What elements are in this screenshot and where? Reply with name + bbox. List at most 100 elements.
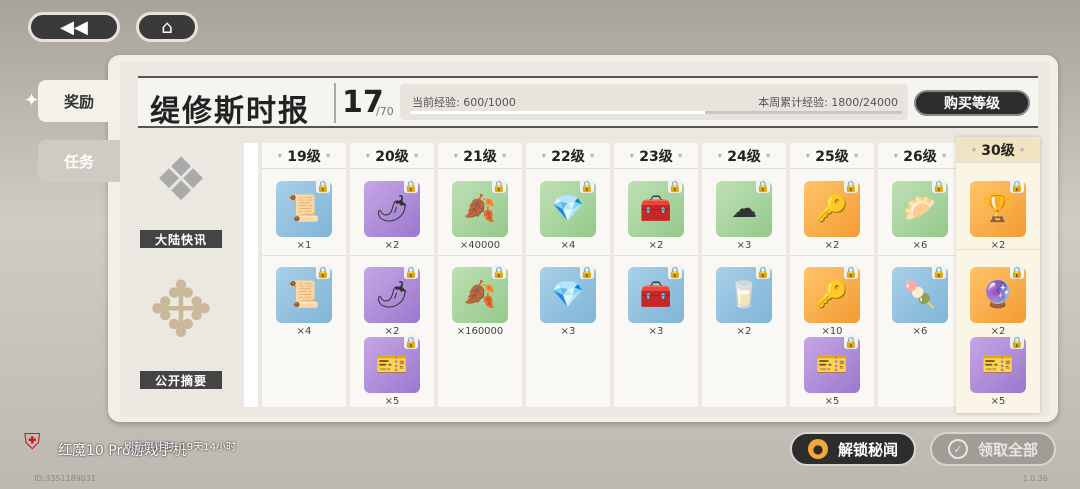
sparkle-icon: ✦: [24, 90, 40, 111]
reward-icon: 📜: [287, 194, 321, 224]
paid-reward-item[interactable]: 💎 🔒: [540, 265, 596, 323]
home-button[interactable]: ⌂: [136, 12, 198, 42]
unlock-secret-button[interactable]: ● 解锁秘闻: [790, 432, 916, 466]
level-column: 19级📜🔒×1📜🔒×4: [262, 143, 346, 407]
paid-track-emblem-icon: ✥: [149, 265, 213, 354]
reward-icon: 🧰: [639, 194, 673, 224]
reward-quantity: ×2: [990, 240, 1006, 251]
lock-icon: 🔒: [580, 179, 594, 193]
reward-icon: 🎫: [981, 350, 1015, 380]
level-header: 19级: [262, 143, 346, 169]
max-level: /70: [376, 105, 394, 118]
reward-quantity: ×160000: [456, 326, 504, 337]
reward-quantity: ×3: [736, 240, 752, 251]
reward-icon: 🎫: [375, 350, 409, 380]
back-icon: ◀◀: [60, 16, 88, 38]
reward-quantity: ×2: [648, 240, 664, 251]
reward-icon: 🍂: [463, 280, 497, 310]
paid-reward-item[interactable]: 🧰 🔒: [628, 265, 684, 323]
paid-reward-item[interactable]: 🎫 🔒: [804, 335, 860, 393]
back-button[interactable]: ◀◀: [28, 12, 120, 42]
lock-icon: 🔒: [932, 179, 946, 193]
reward-icon: 🔑: [815, 280, 849, 310]
weekly-exp-text: 本周累计经验: 1800/24000: [758, 96, 898, 109]
track-divider: [702, 255, 786, 256]
level-column: 20级🌶🔒×2🌶🔒×2🎫🔒×5: [350, 143, 434, 407]
reward-icon: 🍡: [903, 280, 937, 310]
reward-icon: 🔮: [981, 280, 1015, 310]
reward-quantity: ×6: [912, 326, 928, 337]
free-reward-item[interactable]: 🌶 🔒: [364, 179, 420, 237]
free-reward-item[interactable]: 📜 🔒: [276, 179, 332, 237]
coin-icon: ●: [807, 439, 828, 459]
lock-icon: 🔒: [844, 265, 858, 279]
free-reward-item[interactable]: 🏆 🔒: [970, 179, 1026, 237]
reward-quantity: ×3: [648, 326, 664, 337]
lock-icon: 🔒: [404, 335, 418, 349]
unlock-label: 解锁秘闻: [837, 440, 898, 459]
exp-panel: 当前经验: 600/1000 本周累计经验: 1800/24000: [400, 84, 908, 120]
lock-icon: 🔒: [492, 265, 506, 279]
free-reward-item[interactable]: 💎 🔒: [540, 179, 596, 237]
buy-level-button[interactable]: 购买等级: [914, 90, 1030, 116]
reward-quantity: ×5: [384, 396, 400, 407]
level-column: 21级🍂🔒×40000🍂🔒×160000: [438, 143, 522, 407]
free-reward-item[interactable]: 🍂 🔒: [452, 179, 508, 237]
lock-icon: 🔒: [404, 179, 418, 193]
reward-quantity: ×4: [560, 240, 576, 251]
level-column: 26级🥟🔒×6🍡🔒×6: [878, 143, 962, 407]
track-divider: [526, 255, 610, 256]
track-divider: [878, 255, 962, 256]
reward-quantity: ×2: [824, 240, 840, 251]
paid-reward-item[interactable]: 🍂 🔒: [452, 265, 508, 323]
level-display: 17 /70: [334, 83, 396, 123]
claim-all-button[interactable]: ✓ 领取全部: [930, 432, 1056, 466]
free-reward-item[interactable]: 🧰 🔒: [628, 179, 684, 237]
paid-reward-item[interactable]: 🥛 🔒: [716, 265, 772, 323]
paid-track-label: 公开摘要: [140, 371, 222, 389]
reward-icon: 🥟: [903, 194, 937, 224]
reward-quantity: ×2: [990, 326, 1006, 337]
track-divider: [350, 255, 434, 256]
level-header: 20级: [350, 143, 434, 169]
paid-reward-item[interactable]: 🔑 🔒: [804, 265, 860, 323]
paid-reward-item[interactable]: 🎫 🔒: [364, 335, 420, 393]
exp-progress-fill: [410, 111, 706, 114]
lock-icon: 🔒: [1010, 179, 1024, 193]
reward-quantity: ×2: [736, 326, 752, 337]
paid-reward-item[interactable]: 🍡 🔒: [892, 265, 948, 323]
level-column: 25级🔑🔒×2🔑🔒×10🎫🔒×5: [790, 143, 874, 407]
paid-reward-item[interactable]: 🌶 🔒: [364, 265, 420, 323]
scroll-edge: [244, 143, 258, 407]
reward-quantity: ×5: [990, 396, 1006, 407]
lock-icon: 🔒: [492, 179, 506, 193]
lock-icon: 🔒: [580, 265, 594, 279]
free-reward-item[interactable]: 🥟 🔒: [892, 179, 948, 237]
check-icon: ✓: [947, 439, 968, 459]
level-column: 23级🧰🔒×2🧰🔒×3: [614, 143, 698, 407]
free-reward-item[interactable]: 🔑 🔒: [804, 179, 860, 237]
reward-icon: 🍂: [463, 194, 497, 224]
lock-icon: 🔒: [316, 265, 330, 279]
tab-task[interactable]: 任务: [38, 140, 120, 182]
player-id: ID:3351189031: [34, 474, 97, 483]
reward-icon: 💎: [551, 280, 585, 310]
reward-icon: 🏆: [981, 194, 1015, 224]
lock-icon: 🔒: [316, 179, 330, 193]
reward-icon: 🔑: [815, 194, 849, 224]
reward-quantity: ×2: [384, 240, 400, 251]
exp-progress-bar: [410, 111, 902, 114]
tab-reward[interactable]: 奖励: [38, 80, 120, 122]
reward-quantity: ×6: [912, 240, 928, 251]
free-track-label: 大陆快讯: [140, 230, 222, 248]
paid-reward-item[interactable]: 🎫 🔒: [970, 335, 1026, 393]
level-column: 24级 ☁🔒 ×3 🥛🔒 ×2: [702, 143, 786, 407]
paid-reward-item[interactable]: 📜 🔒: [276, 265, 332, 323]
reward-quantity: ×40000: [459, 240, 501, 251]
page-title: 缇修斯时报: [150, 94, 310, 129]
lock-icon: 🔒: [844, 179, 858, 193]
reward-quantity: ×4: [296, 326, 312, 337]
free-reward-item[interactable]: ☁ 🔒: [716, 179, 772, 237]
level-header: 24级: [702, 143, 786, 169]
paid-reward-item[interactable]: 🔮 🔒: [970, 265, 1026, 323]
